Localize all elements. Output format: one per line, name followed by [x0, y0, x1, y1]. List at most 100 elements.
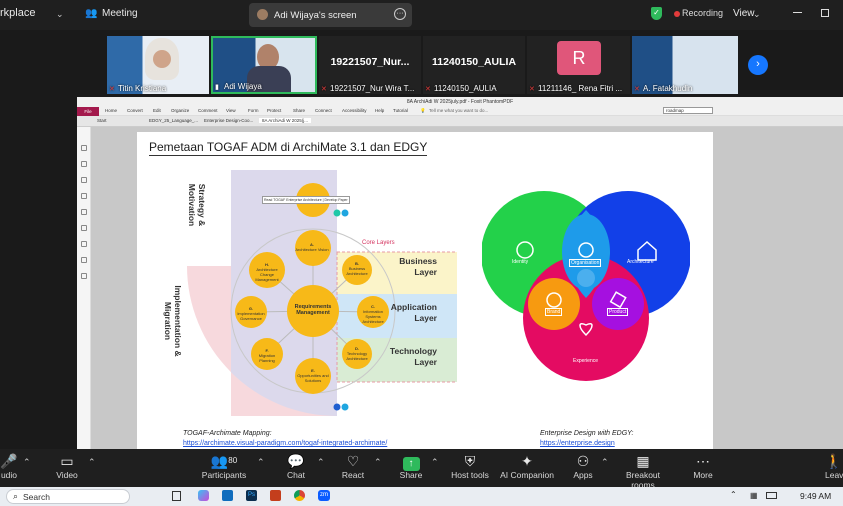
venn-experience-label: Experience — [573, 358, 599, 364]
ribbon-accessibility[interactable]: Accessibility — [342, 108, 367, 113]
copilot-icon[interactable] — [198, 490, 209, 501]
attachment-icon[interactable] — [81, 209, 87, 215]
pages-icon[interactable] — [81, 161, 87, 167]
participant-tile[interactable]: 19221507_Nur... ✕ 19221507_Nur Wira T... — [319, 36, 421, 94]
participant-tile[interactable]: ✕ A. Fatakhudin — [632, 36, 738, 94]
right-caption: Enterprise Design with EDGY: — [540, 430, 634, 437]
venn-product-label: Product — [607, 308, 629, 316]
ribbon-convert[interactable]: Convert — [127, 108, 143, 113]
participant-tile[interactable]: 11240150_AULIA ✕ 11240150_AULIA — [423, 36, 525, 94]
avatar: R — [557, 41, 601, 75]
ribbon-edit[interactable]: Edit — [153, 108, 161, 113]
more-button[interactable]: ⋯ More — [690, 452, 716, 480]
minimize-icon[interactable] — [793, 12, 802, 13]
battery-icon[interactable] — [766, 492, 777, 499]
chevron-up-icon[interactable]: ⌃ — [88, 457, 96, 468]
powerpoint-icon[interactable] — [270, 490, 281, 501]
outlook-icon[interactable] — [222, 490, 233, 501]
recording-indicator[interactable]: Recording — [670, 5, 724, 23]
chevron-up-icon[interactable]: ⌃ — [730, 490, 737, 499]
next-participants-button[interactable]: › — [748, 55, 768, 75]
ribbon-comment[interactable]: Comment — [198, 108, 218, 113]
strategy-label: Strategy & Motivation — [187, 183, 207, 227]
share-button[interactable]: ↑ Share — [398, 452, 424, 480]
recording-label: Recording — [682, 8, 724, 18]
audio-button[interactable]: 🎤 udio — [0, 452, 18, 480]
search-input[interactable]: roadmap — [663, 107, 713, 114]
restore-icon[interactable] — [821, 9, 829, 17]
slide-title: Pemetaan TOGAF ADM di ArchiMate 3.1 dan … — [149, 140, 428, 156]
hand-tool-icon[interactable] — [81, 145, 87, 151]
chevron-up-icon[interactable]: ⌃ — [257, 457, 265, 468]
signature-icon[interactable] — [81, 241, 87, 247]
avatar-initial: R — [572, 48, 586, 68]
video-button[interactable]: ▭ Video — [52, 452, 82, 480]
ribbon-tutorial[interactable]: Tutorial — [393, 108, 408, 113]
react-button[interactable]: ♡ React — [338, 452, 368, 480]
mic-muted-icon: ✕ — [425, 86, 431, 93]
ribbon-form[interactable]: Form — [248, 108, 259, 113]
clock-label[interactable]: 9:49 AM — [800, 491, 831, 501]
search-box[interactable]: ⌕ Search — [6, 489, 130, 504]
pdf-page: Pemetaan TOGAF ADM di ArchiMate 3.1 dan … — [137, 132, 713, 449]
ribbon-home[interactable]: Home — [105, 108, 117, 113]
lock-icon[interactable] — [81, 257, 87, 263]
file-menu-button[interactable]: File — [77, 107, 99, 116]
implementation-label: Implementation & Migration — [163, 285, 183, 357]
comment-icon[interactable] — [81, 193, 87, 199]
chevron-up-icon[interactable]: ⌃ — [601, 457, 609, 468]
chevron-down-icon[interactable]: ⌄ — [753, 9, 761, 20]
layers-icon[interactable] — [81, 225, 87, 231]
bookmark-icon[interactable] — [81, 177, 87, 183]
ribbon-organize[interactable]: Organize — [171, 108, 189, 113]
participant-tile[interactable]: ✕ Titin Kristiana — [107, 36, 209, 94]
participant-name: 11211146_ Rena Fitri ... — [538, 84, 623, 93]
heart-icon: ♡ — [346, 453, 360, 469]
leave-button[interactable]: 🚶 Leav — [825, 452, 843, 480]
window-title-bar: rkplace ⌄ 👥 Meeting Adi Wijaya's screen … — [0, 0, 843, 30]
phase-h-label: H. Architecture Change Management — [255, 262, 279, 282]
chevron-up-icon[interactable]: ⌃ — [23, 457, 31, 468]
ribbon-share[interactable]: Share — [293, 108, 305, 113]
mic-muted-icon: ✕ — [109, 86, 115, 93]
breakout-rooms-button[interactable]: ▦ Breakout rooms — [614, 452, 672, 490]
tab-edgy[interactable]: EDGY_25_Language_... — [149, 118, 198, 123]
shield-icon[interactable]: ✓ — [651, 7, 662, 20]
ribbon-connect[interactable]: Connect — [315, 108, 332, 113]
meeting-label[interactable]: Meeting — [102, 8, 138, 19]
chevron-up-icon[interactable]: ⌃ — [431, 457, 439, 468]
screen-share-tab[interactable]: Adi Wijaya's screen ··· — [249, 3, 412, 27]
avatar — [153, 50, 171, 68]
participant-name: 11240150_AULIA — [434, 84, 497, 93]
chrome-icon[interactable] — [294, 490, 305, 501]
zoom-icon[interactable]: zm — [318, 490, 330, 501]
participant-tile[interactable]: R ✕ 11211146_ Rena Fitri ... — [527, 36, 630, 94]
right-link[interactable]: https://enterprise.design — [540, 440, 615, 447]
more-options-icon[interactable]: ··· — [394, 8, 406, 20]
view-button[interactable]: View — [733, 8, 755, 19]
chevron-down-icon[interactable]: ⌄ — [56, 9, 64, 20]
network-icon[interactable]: ▦ — [750, 491, 758, 500]
ribbon-view[interactable]: View — [226, 108, 236, 113]
search-icon[interactable] — [81, 273, 87, 279]
ribbon-protect[interactable]: Protect — [267, 108, 281, 113]
apps-button[interactable]: ⚇ Apps — [572, 452, 594, 480]
chat-button[interactable]: 💬 Chat — [282, 452, 310, 480]
ai-companion-button[interactable]: ✦ AI Companion — [500, 452, 554, 480]
participant-tile[interactable]: ▮ Adi Wijaya — [211, 36, 317, 94]
participants-button[interactable]: 👥80 Participants — [200, 452, 248, 480]
tell-me-input[interactable]: Tell me what you want to do... — [429, 108, 488, 113]
chevron-up-icon[interactable]: ⌃ — [374, 457, 382, 468]
photoshop-icon[interactable]: Ps — [246, 490, 257, 501]
tab-current-document[interactable]: 8A ArchiAdi W 2025(j... — [259, 118, 312, 123]
lightbulb-icon: 💡 — [420, 108, 426, 113]
host-tools-button[interactable]: ⛨ Host tools — [450, 452, 490, 480]
task-view-icon[interactable] — [172, 491, 181, 501]
phase-a-label: A. Architecture Vision — [295, 242, 329, 252]
pdf-ribbon: Home Convert Edit Organize Comment View … — [77, 107, 843, 116]
ribbon-help[interactable]: Help — [375, 108, 384, 113]
tab-start[interactable]: Start — [97, 118, 107, 123]
tab-enterprise-design[interactable]: Enterprise Design-Coo... — [204, 118, 253, 123]
chevron-up-icon[interactable]: ⌃ — [317, 457, 325, 468]
left-link[interactable]: https://archimate.visual-paradigm.com/to… — [183, 440, 387, 447]
